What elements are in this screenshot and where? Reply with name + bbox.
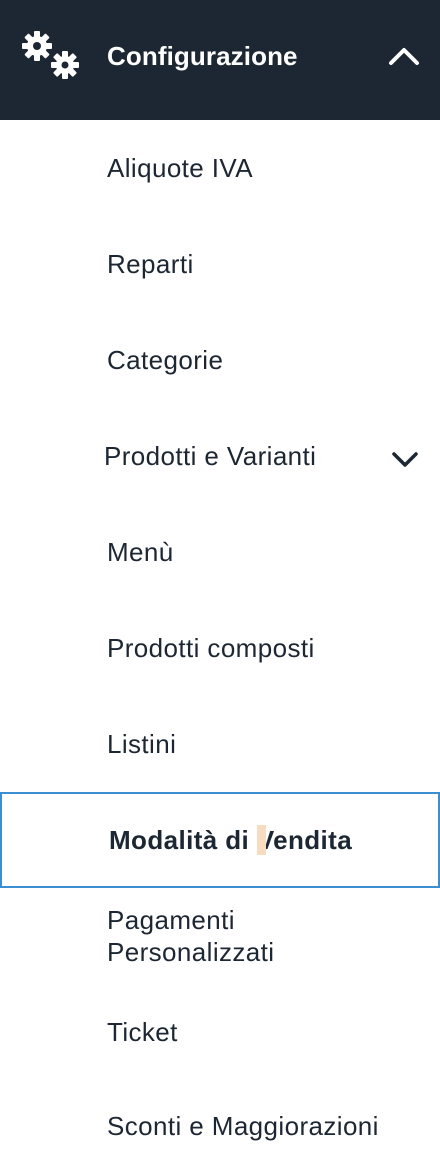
menu-item-label: Sconti e Maggiorazioni xyxy=(107,1111,379,1141)
chevron-down-icon[interactable] xyxy=(390,448,420,470)
menu-item-label: Aliquote IVA xyxy=(107,153,253,183)
menu-item-aliquote-iva[interactable]: Aliquote IVA xyxy=(0,120,440,216)
menu-item-categorie[interactable]: Categorie xyxy=(0,312,440,408)
menu-item-prodotti-e-varianti[interactable]: Prodotti e Varianti xyxy=(0,408,440,504)
menu-item-reparti[interactable]: Reparti xyxy=(0,216,440,312)
menu-item-listini[interactable]: Listini xyxy=(0,696,440,792)
menu-item-label: Modalità di Vendita xyxy=(109,825,353,856)
text-cursor-highlight xyxy=(256,825,266,856)
menu-item-label: Listini xyxy=(107,729,177,759)
menu-item-modalita-di-vendita[interactable]: Modalità di Vendita xyxy=(0,792,440,888)
chevron-up-icon[interactable] xyxy=(386,40,422,72)
menu-item-menu[interactable]: Menù xyxy=(0,504,440,600)
menu-item-prodotti-composti[interactable]: Prodotti composti xyxy=(0,600,440,696)
menu-item-label: Menù xyxy=(107,537,174,567)
menu-item-sconti-e-maggiorazioni[interactable]: Sconti e Maggiorazioni xyxy=(0,1092,440,1152)
menu-item-label: Ticket xyxy=(107,1017,178,1047)
gears-icon xyxy=(22,31,79,79)
menu-item-label-line2: Personalizzati xyxy=(107,937,275,967)
section-header-configurazione[interactable]: Configurazione xyxy=(0,0,440,120)
menu-item-ticket[interactable]: Ticket xyxy=(0,1000,440,1068)
menu-item-label: Prodotti composti xyxy=(107,633,315,663)
menu-item-label-line1: Pagamenti xyxy=(107,905,235,935)
menu-item-label: Categorie xyxy=(107,345,224,375)
menu-item-label: Reparti xyxy=(107,249,194,279)
section-title: Configurazione xyxy=(107,41,298,71)
menu-item-pagamenti-personalizzati[interactable]: Pagamenti Personalizzati xyxy=(0,888,440,1000)
menu-item-label: Prodotti e Varianti xyxy=(104,441,317,471)
